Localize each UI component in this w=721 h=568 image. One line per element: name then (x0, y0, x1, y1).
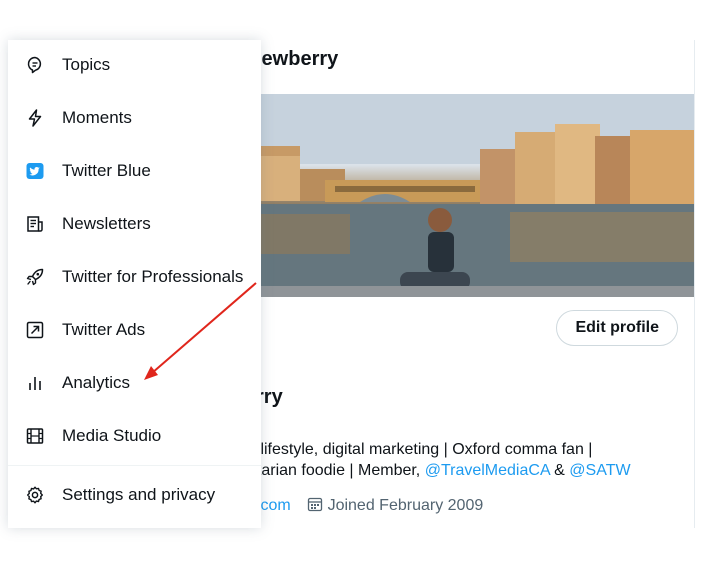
calendar-icon (307, 496, 323, 517)
profile-banner-image (240, 94, 694, 297)
menu-item-label: Moments (62, 108, 132, 127)
menu-item-label: Twitter for Professionals (62, 267, 244, 286)
newsletters-icon (24, 213, 46, 235)
website-link[interactable]: .com (256, 497, 291, 514)
bio-line-1: l, lifestyle, digital marketing | Oxford… (248, 441, 593, 458)
bio-ampersand: & (549, 462, 570, 479)
menu-item-moments[interactable]: Moments (8, 98, 261, 138)
profile-panel: lewberry Edit profile rry l, lifestyle, … (240, 40, 695, 528)
analytics-icon (24, 372, 46, 394)
profile-meta: .com Joined February 2009 (256, 496, 483, 517)
bio-line-2: etarian foodie | Member, @TravelMediaCA … (248, 462, 631, 480)
menu-item-twitter-blue[interactable]: Twitter Blue (8, 151, 261, 191)
mention-satw-link[interactable]: @SATW (569, 462, 630, 479)
menu-item-label: Analytics (62, 373, 131, 392)
twitter-blue-icon (24, 160, 46, 182)
menu-item-label: Twitter Ads (62, 320, 146, 339)
more-menu: Topics Moments Twitter Blue Newsletters … (8, 40, 261, 528)
menu-item-label: Topics (62, 55, 111, 74)
menu-item-label: Media Studio (62, 426, 162, 445)
media-studio-icon (24, 425, 46, 447)
mention-travelmediaca-link[interactable]: @TravelMediaCA (425, 462, 550, 479)
menu-item-label: Settings and privacy (62, 485, 216, 504)
menu-item-label: Newsletters (62, 214, 151, 233)
menu-item-topics[interactable]: Topics (8, 45, 261, 85)
menu-item-analytics[interactable]: Analytics (8, 363, 261, 403)
banner-photo (240, 94, 694, 297)
profile-header-name: lewberry (256, 48, 339, 70)
moments-icon (24, 107, 46, 129)
rocket-icon (24, 266, 46, 288)
menu-item-twitter-for-professionals[interactable]: Twitter for Professionals (8, 257, 261, 297)
menu-item-media-studio[interactable]: Media Studio (8, 416, 261, 456)
edit-profile-button[interactable]: Edit profile (556, 310, 678, 346)
topics-icon (24, 54, 46, 76)
menu-item-newsletters[interactable]: Newsletters (8, 204, 261, 244)
menu-item-twitter-ads[interactable]: Twitter Ads (8, 310, 261, 350)
menu-item-settings-and-privacy[interactable]: Settings and privacy (8, 475, 261, 515)
gear-icon (24, 484, 46, 506)
bio-line-2-text: etarian foodie | Member, (248, 462, 425, 479)
menu-item-label: Twitter Blue (62, 161, 151, 180)
joined-date: Joined February 2009 (327, 497, 484, 514)
ads-icon (24, 319, 46, 341)
menu-divider (8, 465, 261, 466)
